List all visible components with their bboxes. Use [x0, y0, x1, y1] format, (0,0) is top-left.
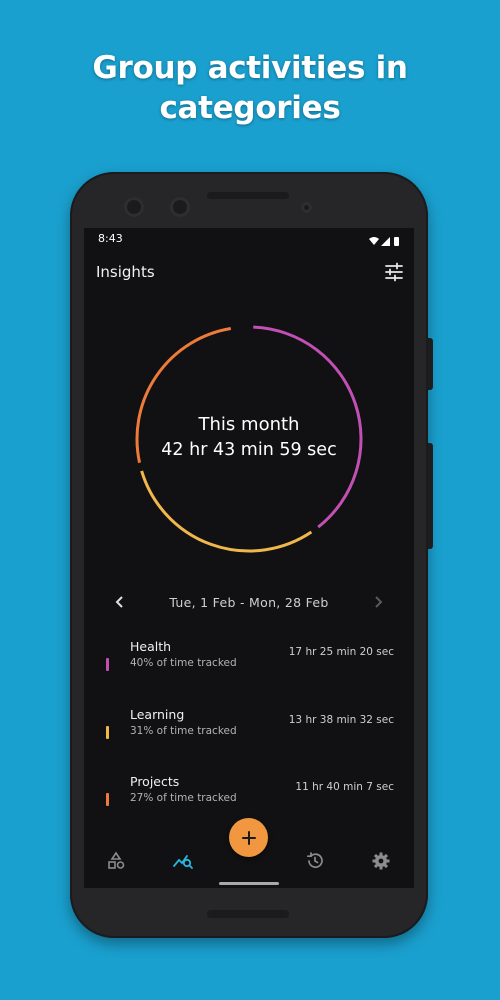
- history-icon: [306, 852, 323, 869]
- app-screen: 8:43 Insights This month 42 hr 43 min 59…: [84, 228, 414, 888]
- category-row-learning[interactable]: Learning 31% of time tracked 13 hr 38 mi…: [84, 707, 414, 757]
- bottom-speaker: [207, 910, 289, 918]
- ring-segment-learning: [140, 470, 313, 553]
- tune-icon: [385, 262, 403, 282]
- category-color-bar: [106, 793, 109, 806]
- category-color-bar: [106, 658, 109, 671]
- battery-icon: [394, 237, 399, 246]
- category-percent: 27% of time tracked: [130, 792, 237, 804]
- proximity-sensor: [301, 202, 312, 213]
- headline: Group activities in categories: [0, 48, 500, 128]
- gesture-bar[interactable]: [219, 882, 279, 885]
- volume-button: [428, 443, 433, 549]
- status-bar: 8:43: [84, 228, 414, 248]
- insights-icon: [173, 855, 193, 869]
- category-duration: 11 hr 40 min 7 sec: [295, 781, 394, 793]
- wifi-icon: [369, 237, 379, 245]
- summary-total: 42 hr 43 min 59 sec: [161, 440, 337, 460]
- category-row-health[interactable]: Health 40% of time tracked 17 hr 25 min …: [84, 639, 414, 689]
- category-ring-chart: [135, 325, 363, 553]
- nav-history[interactable]: [300, 846, 330, 876]
- next-range-button[interactable]: [370, 592, 386, 612]
- add-activity-button[interactable]: [229, 818, 268, 857]
- headline-line-2: categories: [159, 90, 341, 126]
- earpiece: [207, 192, 289, 199]
- category-name: Projects: [130, 774, 180, 789]
- category-color-bar: [106, 726, 109, 739]
- category-percent: 40% of time tracked: [130, 657, 237, 669]
- filter-button[interactable]: [384, 262, 404, 282]
- power-button: [428, 338, 433, 390]
- category-duration: 17 hr 25 min 20 sec: [288, 646, 394, 658]
- category-duration: 13 hr 38 min 32 sec: [288, 714, 394, 726]
- category-name: Health: [130, 639, 172, 654]
- nav-settings[interactable]: [366, 846, 396, 876]
- headline-line-1: Group activities in: [92, 50, 408, 86]
- categories-icon: [108, 851, 125, 869]
- status-icons: [368, 232, 402, 251]
- status-time: 8:43: [98, 232, 123, 245]
- date-range: Tue, 1 Feb - Mon, 28 Feb: [169, 595, 329, 610]
- settings-icon: [372, 852, 390, 870]
- front-camera: [124, 197, 144, 217]
- nav-insights[interactable]: [168, 846, 198, 876]
- summary-label: This month: [198, 414, 300, 435]
- plus-icon: [241, 830, 256, 845]
- cellular-icon: [381, 237, 390, 246]
- category-row-projects[interactable]: Projects 27% of time tracked 11 hr 40 mi…: [84, 774, 414, 824]
- chevron-right-icon: [375, 596, 383, 608]
- front-sensor: [170, 197, 190, 217]
- category-percent: 31% of time tracked: [130, 725, 237, 737]
- category-name: Learning: [130, 707, 185, 722]
- nav-categories[interactable]: [101, 846, 131, 876]
- page-title: Insights: [96, 263, 155, 281]
